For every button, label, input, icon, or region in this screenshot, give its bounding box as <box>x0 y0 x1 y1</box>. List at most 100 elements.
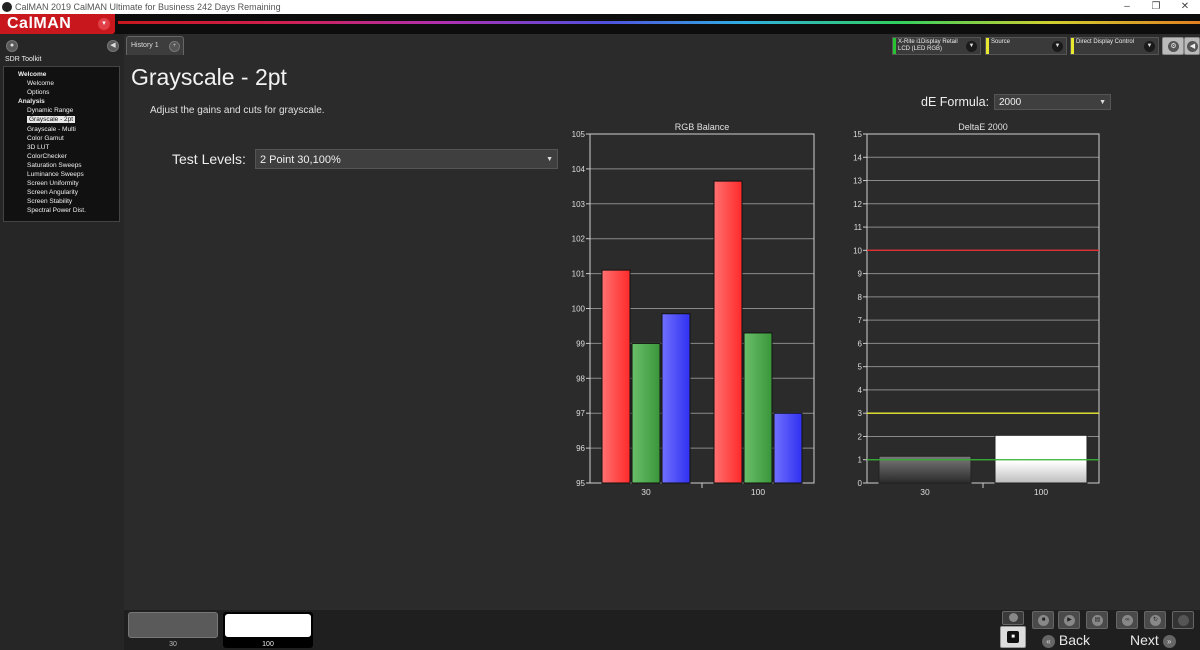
deltae-chart: DeltaE 2000012345678910111213141530 100 <box>853 122 1100 497</box>
options-button[interactable] <box>1172 611 1194 629</box>
y-tick-label: 4 <box>858 386 863 395</box>
tree-label: Analysis <box>18 98 45 106</box>
red-bar <box>713 180 743 484</box>
y-tick-label: 7 <box>858 316 863 325</box>
save-button[interactable]: ▤ <box>1086 611 1108 629</box>
page-description: Adjust the gains and cuts for grayscale. <box>150 105 325 116</box>
green-bar <box>743 332 773 484</box>
loop-icon: ∞ <box>1122 615 1133 626</box>
y-tick-label: 6 <box>858 339 863 348</box>
y-tick-label: 9 <box>858 270 863 279</box>
tree-group[interactable]: Welcome <box>4 70 119 79</box>
y-tick-label: 3 <box>858 409 863 418</box>
swatch-30[interactable]: 30 <box>128 612 218 648</box>
tree-item[interactable]: ColorChecker <box>4 152 119 161</box>
tree-item[interactable]: Grayscale - Multi <box>4 125 119 134</box>
y-tick-label: 100 <box>572 305 586 314</box>
tree-item[interactable]: Screen Angularity <box>4 188 119 197</box>
y-tick-label: 98 <box>576 374 585 383</box>
y-tick-label: 101 <box>572 270 586 279</box>
measure-mode-button[interactable] <box>1002 611 1024 625</box>
tree-item[interactable]: Color Gamut <box>4 134 119 143</box>
tree-label: Spectral Power Dist. <box>27 207 86 215</box>
add-tab-icon[interactable]: + <box>169 41 180 52</box>
meter-selector[interactable]: X-Rite i1Display Retail LCD (LED RGB) ▼ <box>892 37 981 55</box>
blue-bar <box>661 313 691 484</box>
tree-label: Grayscale - 2pt <box>27 116 76 124</box>
tree-label: ColorChecker <box>27 152 67 160</box>
chart-title: DeltaE 2000 <box>958 122 1008 132</box>
red-bar <box>601 269 631 484</box>
y-tick-label: 2 <box>858 432 863 441</box>
chevron-down-icon: ▼ <box>966 41 977 52</box>
close-button[interactable]: ✕ <box>1170 0 1200 14</box>
panel-toggle-button[interactable]: ◀ <box>1184 37 1200 55</box>
sidebar-collapse-icon[interactable]: ◀ <box>107 40 119 52</box>
refresh-button[interactable]: ↻ <box>1144 611 1166 629</box>
chevron-down-icon: ▼ <box>546 156 553 163</box>
tree-item[interactable]: 3D LUT <box>4 143 119 152</box>
tree-group[interactable]: Analysis <box>4 97 119 106</box>
play-icon: ▶ <box>1064 615 1075 626</box>
loop-button[interactable]: ∞ <box>1116 611 1138 629</box>
tree-item[interactable]: Screen Stability <box>4 197 119 206</box>
maximize-button[interactable]: ❐ <box>1141 0 1171 14</box>
target-icon <box>1009 613 1018 622</box>
tree-label: Color Gamut <box>27 134 64 142</box>
plot-frame <box>866 133 1100 484</box>
display-status-stripe <box>1071 38 1074 54</box>
x-tick-label: 30 <box>920 487 930 497</box>
tree-item[interactable]: Welcome <box>4 79 119 88</box>
chevron-down-icon: ▼ <box>1099 99 1106 106</box>
y-tick-label: 0 <box>858 479 863 488</box>
y-tick-label: 97 <box>576 409 585 418</box>
app-logo-icon <box>2 2 12 12</box>
meter-status-stripe <box>893 38 896 54</box>
sidebar-home-icon[interactable]: ● <box>6 40 18 52</box>
y-tick-label: 15 <box>853 130 862 139</box>
tree-label: Options <box>27 89 50 97</box>
y-tick-label: 12 <box>853 200 862 209</box>
stop-measure-button[interactable]: ■ <box>1032 611 1054 629</box>
brand-bar <box>0 14 1200 34</box>
tree-item[interactable]: Saturation Sweeps <box>4 161 119 170</box>
save-icon: ▤ <box>1092 615 1103 626</box>
tree-label: Grayscale - Multi <box>27 125 76 133</box>
play-button[interactable]: ▶ <box>1058 611 1080 629</box>
calman-menu-button[interactable]: CalMAN ▾ <box>0 14 115 34</box>
y-tick-label: 11 <box>854 223 863 232</box>
tree-item[interactable]: Options <box>4 88 119 97</box>
y-tick-label: 1 <box>858 456 863 465</box>
tree-item[interactable]: Luminance Sweeps <box>4 170 119 179</box>
test-levels-value: 2 Point 30,100% <box>260 154 341 166</box>
sidebar: ● ◀ SDR Toolkit Welcome Welcome Options Ana… <box>0 34 124 650</box>
display-selector[interactable]: Direct Display Control ▼ <box>1070 37 1159 55</box>
next-button[interactable]: Next » <box>1130 630 1176 650</box>
de-formula-select[interactable]: 2000 ▼ <box>994 94 1111 110</box>
settings-button[interactable]: ⚙ <box>1162 37 1184 55</box>
tree-label: Saturation Sweeps <box>27 161 82 169</box>
x-tick-label: 30 <box>641 487 651 497</box>
source-selector[interactable]: Source ▼ <box>985 37 1067 55</box>
stop-button[interactable]: ■ <box>1000 626 1026 648</box>
tree-item[interactable]: Grayscale - 2pt <box>4 115 119 124</box>
tree-item[interactable]: Screen Uniformity <box>4 179 119 188</box>
back-label: Back <box>1058 632 1091 648</box>
tree-item[interactable]: Dynamic Range <box>4 106 119 115</box>
window-title-bar: CalMAN 2019 CalMAN Ultimate for Business… <box>0 0 1200 14</box>
workflow-title: SDR Toolkit <box>5 56 42 63</box>
y-tick-label: 104 <box>572 165 586 174</box>
tree-item[interactable]: Spectral Power Dist. <box>4 206 119 215</box>
brand-logo: CalMAN <box>7 15 72 32</box>
test-levels-select[interactable]: 2 Point 30,100% ▼ <box>255 149 558 169</box>
rainbow-stripe <box>118 21 1200 24</box>
tree-label: Welcome <box>27 80 54 88</box>
swatch-color <box>128 612 218 638</box>
back-button[interactable]: « Back <box>1042 630 1090 650</box>
blue-bar <box>773 412 803 484</box>
y-tick-label: 95 <box>576 479 585 488</box>
source-status-stripe <box>986 38 989 54</box>
tab-history-1[interactable]: History 1 + <box>126 36 184 55</box>
minimize-button[interactable]: – <box>1112 0 1142 14</box>
swatch-100[interactable]: 100 <box>223 612 313 648</box>
